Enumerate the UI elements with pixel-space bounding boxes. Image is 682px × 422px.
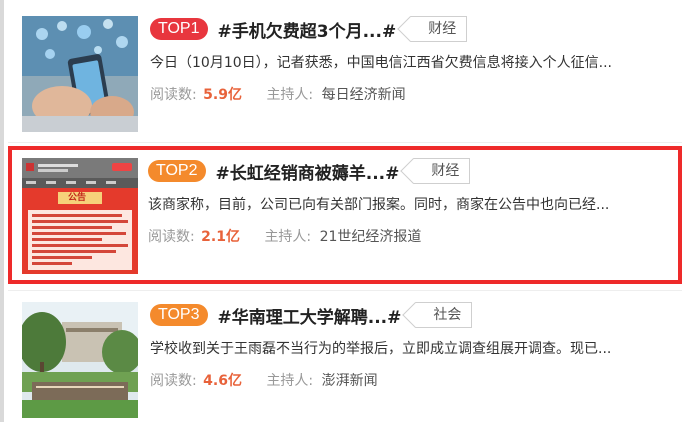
topic-title[interactable]: #手机欠费超3个月...# (218, 17, 397, 42)
reads-label: 阅读数: (148, 229, 195, 245)
hot-topic-item-3[interactable]: TOP3 #华南理工大学解聘...# 社会 学校收到关于王雨磊不当行为的举报后，… (8, 294, 682, 422)
host-label: 主持人: (266, 87, 314, 103)
topic-summary: 该商家称，目前，公司已向有关部门报案。同时，商家在公告中也向已经... (148, 197, 610, 213)
reads-count: 4.6亿 (203, 373, 242, 389)
hot-topic-item-1[interactable]: TOP1 #手机欠费超3个月...# 财经 今日（10月10日），记者获悉，中国… (8, 8, 682, 138)
topic-meta: 阅读数: 5.9亿 主持人: 每日经济新闻 (150, 84, 662, 104)
divider (8, 142, 682, 143)
topic-title[interactable]: #长虹经销商被薅羊...# (216, 159, 400, 184)
topic-summary: 学校收到关于王雨磊不当行为的举报后，立即成立调查组展开调查。现已... (150, 341, 612, 357)
reads-count: 5.9亿 (203, 87, 242, 103)
reads-label: 阅读数: (150, 87, 197, 103)
rank-badge: TOP2 (148, 160, 206, 182)
topic-meta: 阅读数: 4.6亿 主持人: 澎湃新闻 (150, 370, 662, 390)
category-tag[interactable]: 财经 (400, 158, 471, 184)
topic-thumbnail-announcement[interactable]: 公告 (22, 158, 138, 274)
divider (8, 290, 682, 291)
left-border (0, 0, 4, 422)
announcement-label: 公告 (68, 193, 87, 203)
topic-thumbnail-campus[interactable] (22, 302, 138, 418)
host-label: 主持人: (264, 229, 312, 245)
category-tag[interactable]: 社会 (402, 302, 473, 328)
topic-summary: 今日（10月10日），记者获悉，中国电信江西省欠费信息将接入个人征信... (150, 55, 612, 71)
host-name[interactable]: 21世纪经济报道 (320, 229, 422, 245)
category-tag[interactable]: 财经 (397, 16, 468, 42)
host-name[interactable]: 每日经济新闻 (322, 87, 406, 103)
topic-meta: 阅读数: 2.1亿 主持人: 21世纪经济报道 (148, 226, 658, 246)
rank-badge: TOP1 (150, 18, 208, 40)
host-label: 主持人: (266, 373, 314, 389)
reads-label: 阅读数: (150, 373, 197, 389)
hot-topic-item-2[interactable]: 公告 TOP2 #长虹经销商被薅羊...# 财经 该商家称，目前，公司已向有关部… (8, 146, 682, 284)
reads-count: 2.1亿 (201, 229, 240, 245)
topic-thumbnail-phone[interactable] (22, 16, 138, 132)
rank-badge: TOP3 (150, 304, 208, 326)
topic-title[interactable]: #华南理工大学解聘...# (218, 303, 402, 328)
host-name[interactable]: 澎湃新闻 (322, 373, 378, 389)
